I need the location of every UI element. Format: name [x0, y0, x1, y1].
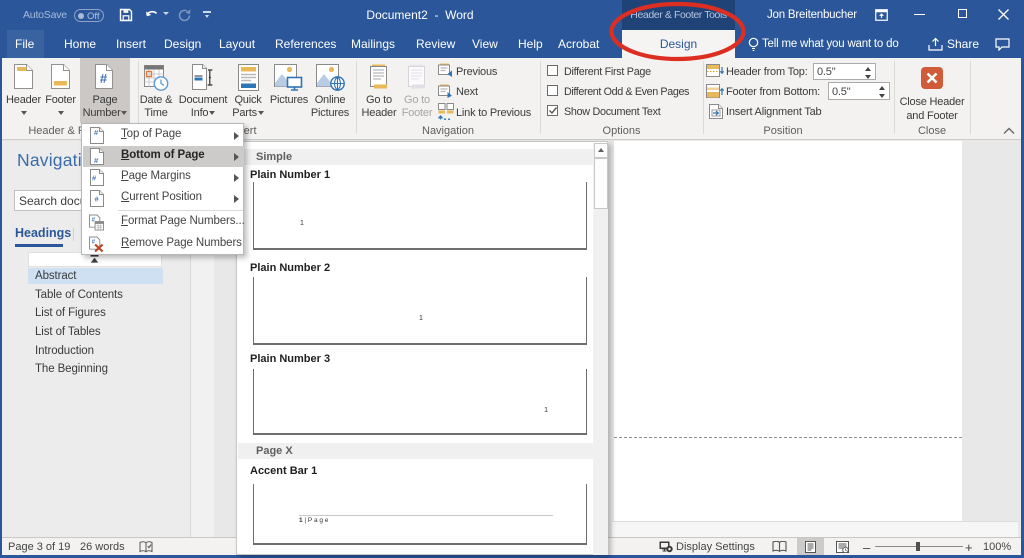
svg-text:#: # — [100, 71, 108, 86]
